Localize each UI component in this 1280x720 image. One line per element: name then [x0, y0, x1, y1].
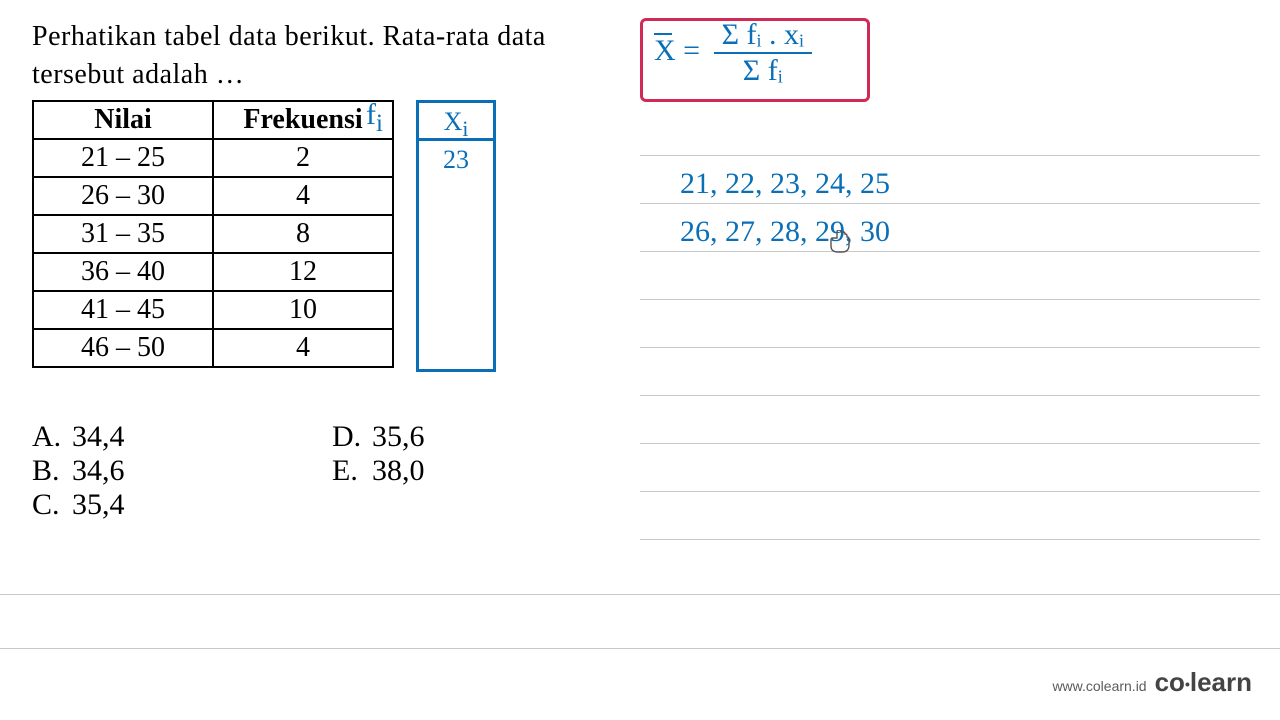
data-table: Nilai Frekuensi 21 – 252 26 – 304 31 – 3…	[32, 100, 394, 368]
answer-D: D.35,6	[332, 420, 425, 454]
x-bar: X	[654, 36, 676, 66]
xi-header-char: X	[444, 107, 463, 136]
cell-frek: 4	[213, 329, 393, 367]
cell-frek: 12	[213, 253, 393, 291]
cell-frek: 10	[213, 291, 393, 329]
divider-1	[0, 594, 1280, 595]
answer-B-value: 34,6	[72, 454, 125, 487]
xi-column: Xi 23	[416, 100, 496, 372]
question-line-2: tersebut adalah …	[32, 56, 632, 94]
xi-header: Xi	[419, 103, 493, 141]
brand-pre: co	[1155, 667, 1185, 697]
answer-A-value: 34,4	[72, 420, 125, 453]
answer-row-2: B.34,6 E.38,0	[32, 454, 425, 488]
cell-frek: 8	[213, 215, 393, 253]
x-char: X	[654, 34, 676, 67]
xi-header-sub: i	[462, 117, 468, 141]
table-row: 31 – 358	[33, 215, 393, 253]
answer-options: A.34,4 D.35,6 B.34,6 E.38,0 C.35,4	[32, 420, 425, 522]
cell-nilai: 36 – 40	[33, 253, 213, 291]
fi-annotation: fi	[366, 98, 383, 138]
footer: www.colearn.id co•learn	[1052, 667, 1252, 698]
table-row: 46 – 504	[33, 329, 393, 367]
cell-frek: 2	[213, 139, 393, 177]
denominator: Σ fᵢ	[714, 52, 812, 86]
cell-nilai: 21 – 25	[33, 139, 213, 177]
work-line-1: 21, 22, 23, 24, 25	[680, 160, 890, 208]
numerator: Σ fᵢ . xᵢ	[714, 20, 812, 52]
answer-C-value: 35,4	[72, 488, 125, 521]
answer-E-value: 38,0	[372, 454, 425, 487]
answer-row-1: A.34,4 D.35,6	[32, 420, 425, 454]
work-line-2: 26, 27, 28, 29, 30	[680, 208, 890, 256]
brand-post: learn	[1190, 667, 1252, 697]
cursor-icon	[828, 230, 852, 256]
fi-char: f	[366, 98, 376, 131]
answer-E: E.38,0	[332, 454, 425, 488]
answer-row-3: C.35,4	[32, 488, 425, 522]
fraction: Σ fᵢ . xᵢ Σ fᵢ	[714, 20, 812, 86]
cell-nilai: 46 – 50	[33, 329, 213, 367]
page: Perhatikan tabel data berikut. Rata-rata…	[0, 0, 1280, 720]
table-header-row: Nilai Frekuensi	[33, 101, 393, 139]
answer-B: B.34,6	[32, 454, 332, 488]
data-table-wrap: Nilai Frekuensi 21 – 252 26 – 304 31 – 3…	[32, 100, 632, 368]
cell-nilai: 31 – 35	[33, 215, 213, 253]
answer-D-value: 35,6	[372, 420, 425, 453]
brand-logo: co•learn	[1155, 667, 1252, 698]
table-row: 21 – 252	[33, 139, 393, 177]
fi-sub: i	[376, 110, 383, 137]
header-nilai: Nilai	[33, 101, 213, 139]
question-line-1: Perhatikan tabel data berikut. Rata-rata…	[32, 18, 632, 56]
divider-2	[0, 648, 1280, 649]
handwritten-work: 21, 22, 23, 24, 25 26, 27, 28, 29, 30	[680, 160, 890, 256]
mean-formula: X = Σ fᵢ . xᵢ Σ fᵢ	[654, 20, 812, 86]
xi-body: 23	[419, 141, 493, 369]
table-row: 36 – 4012	[33, 253, 393, 291]
table-row: 26 – 304	[33, 177, 393, 215]
cell-nilai: 41 – 45	[33, 291, 213, 329]
cell-frek: 4	[213, 177, 393, 215]
answer-A: A.34,4	[32, 420, 332, 454]
table-row: 41 – 4510	[33, 291, 393, 329]
xi-value-1: 23	[419, 145, 493, 175]
bar-overline	[654, 33, 672, 35]
answer-C: C.35,4	[32, 488, 332, 522]
equals-sign: =	[683, 34, 700, 67]
question-block: Perhatikan tabel data berikut. Rata-rata…	[32, 18, 632, 368]
cell-nilai: 26 – 30	[33, 177, 213, 215]
footer-url: www.colearn.id	[1052, 678, 1146, 694]
